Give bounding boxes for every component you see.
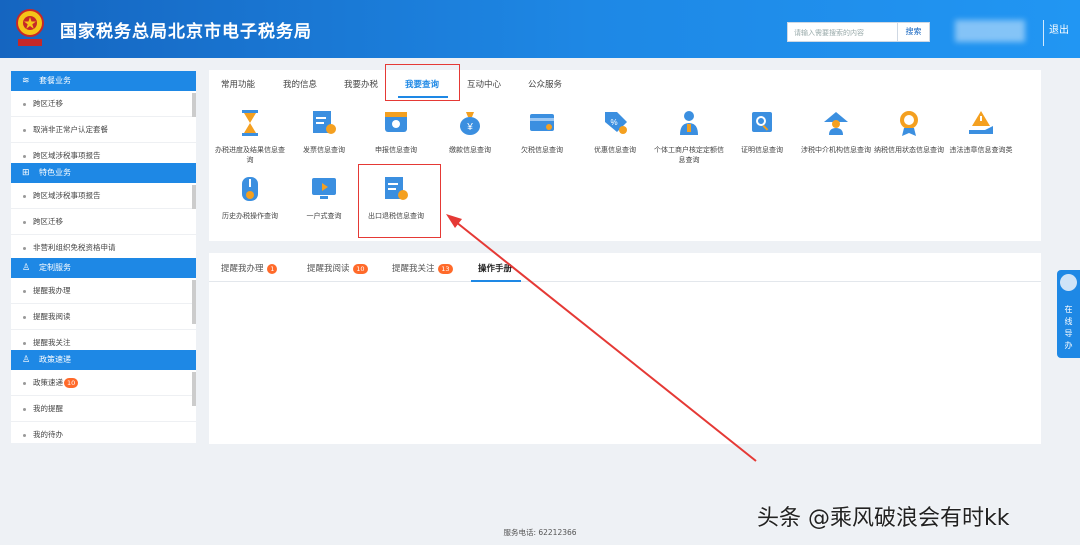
active-tab-indicator <box>471 280 521 282</box>
scrollbar[interactable] <box>192 93 196 117</box>
scrollbar[interactable] <box>192 280 196 324</box>
sidebar-item[interactable]: 取消非正常户认定套餐 <box>11 117 196 143</box>
card-icon <box>530 114 554 131</box>
tab-divider <box>209 281 1041 282</box>
sidebar: ≋ 套餐业务 跨区迁移 取消非正常户认定套餐 跨区域涉税事项报告 ⊞ 特色业务 … <box>11 71 196 443</box>
layers-icon: ≋ <box>22 76 30 86</box>
sidebar-header-special[interactable]: ⊞ 特色业务 <box>11 163 196 183</box>
sidebar-header-custom[interactable]: ♙ 定制服务 <box>11 258 196 278</box>
count-badge: 13 <box>438 263 453 274</box>
grid-icon: ⊞ <box>22 168 30 178</box>
user-info[interactable] <box>955 20 1025 42</box>
reminder-panel: 提醒我办理 1 提醒我阅读 10 提醒我关注 13 操作手册 <box>209 253 1041 444</box>
sidebar-item[interactable]: 跨区迁移 <box>11 209 196 235</box>
sidebar-header-package[interactable]: ≋ 套餐业务 <box>11 71 196 91</box>
query-item-discount[interactable]: % 优惠信息查询 <box>580 108 650 155</box>
sidebar-item[interactable]: 跨区域涉税事项报告 <box>11 143 196 163</box>
tab-remind-read[interactable]: 提醒我阅读 10 <box>307 262 368 274</box>
tab-my-info[interactable]: 我的信息 <box>283 78 317 90</box>
tab-interaction[interactable]: 互动中心 <box>467 78 501 90</box>
count-badge: 1 <box>267 263 278 274</box>
watermark: 头条 @乘风破浪会有时kk <box>757 506 1010 531</box>
sidebar-item[interactable]: 提醒我关注 <box>11 330 196 350</box>
discount-tag-icon: % <box>605 112 627 134</box>
sidebar-item[interactable]: 提醒我办理 <box>11 278 196 304</box>
query-panel: 常用功能 我的信息 我要办税 我要查询 互动中心 公众服务 办税进度及结果信息查… <box>209 64 1041 241</box>
sidebar-section-package: ≋ 套餐业务 跨区迁移 取消非正常户认定套餐 跨区域涉税事项报告 <box>11 71 196 163</box>
tab-public-service[interactable]: 公众服务 <box>528 78 562 90</box>
sidebar-item[interactable]: 提醒我阅读 <box>11 304 196 330</box>
sidebar-section-special: ⊞ 特色业务 跨区域涉税事项报告 跨区迁移 非营利组织免税资格申请 <box>11 163 196 258</box>
query-item-progress[interactable]: 办税进度及结果信息查询 <box>215 108 285 165</box>
invoice-search-icon <box>313 111 336 134</box>
query-item-credit[interactable]: 纳税信用状态信息查询 <box>874 108 944 155</box>
tab-remind-handle[interactable]: 提醒我办理 1 <box>221 262 278 274</box>
query-item-certificate[interactable]: 证明信息查询 <box>727 108 797 155</box>
sidebar-item[interactable]: 政策速递 10 <box>11 370 196 396</box>
assistant-avatar-icon <box>1060 274 1077 291</box>
site-title: 国家税务总局北京市电子税务局 <box>60 22 312 42</box>
logout-link[interactable]: 退出 <box>1049 21 1069 36</box>
user-icon: ♙ <box>22 355 31 365</box>
top-header: 国家税务总局北京市电子税务局 请输入需要搜索的内容 搜索 退出 <box>0 0 1080 58</box>
declare-search-icon <box>385 112 407 132</box>
highlight-box-export <box>358 164 441 238</box>
person-icon <box>680 111 698 135</box>
tab-common[interactable]: 常用功能 <box>221 78 255 90</box>
search-input[interactable]: 请输入需要搜索的内容 <box>787 22 897 42</box>
tab-manual[interactable]: 操作手册 <box>478 262 512 274</box>
monitor-icon <box>312 178 336 199</box>
svg-text:¥: ¥ <box>466 122 473 133</box>
sidebar-item[interactable]: 非营利组织免税资格申请 <box>11 235 196 258</box>
sidebar-header-policy[interactable]: ♙ 政策速递 <box>11 350 196 370</box>
sidebar-item[interactable]: 我的待办 <box>11 422 196 443</box>
highlight-box-tab <box>385 64 460 101</box>
query-item-history[interactable]: 历史办税操作查询 <box>215 174 285 221</box>
hourglass-icon <box>242 110 258 136</box>
query-item-payment[interactable]: ¥ 缴款信息查询 <box>435 108 505 155</box>
query-item-violation[interactable]: 违法违章信息查询类 <box>946 108 1016 155</box>
top-tabs: 常用功能 我的信息 我要办税 我要查询 互动中心 公众服务 <box>209 70 1041 98</box>
user-icon: ♙ <box>22 263 31 273</box>
header-divider <box>1043 20 1044 46</box>
sidebar-section-custom: ♙ 定制服务 提醒我办理 提醒我阅读 提醒我关注 <box>11 258 196 350</box>
certificate-search-icon <box>752 112 772 132</box>
online-guide-label: 在线导办 <box>1064 305 1073 350</box>
history-icon <box>242 177 258 201</box>
query-item-agency[interactable]: 涉税中介机构信息查询 <box>801 108 871 155</box>
svg-text:%: % <box>610 118 617 127</box>
query-item-declare[interactable]: 申报信息查询 <box>361 108 431 155</box>
tab-tax-handling[interactable]: 我要办税 <box>344 78 378 90</box>
agency-icon <box>824 112 848 135</box>
sidebar-item[interactable]: 跨区域涉税事项报告 <box>11 183 196 209</box>
sidebar-item[interactable]: 跨区迁移 <box>11 91 196 117</box>
count-badge: 10 <box>64 378 79 388</box>
scrollbar[interactable] <box>192 185 196 209</box>
warning-hand-icon <box>969 111 993 134</box>
sidebar-section-policy: ♙ 政策速递 政策速递 10 我的提醒 我的待办 <box>11 350 196 443</box>
query-item-onestop[interactable]: 一户式查询 <box>289 174 359 221</box>
search-button[interactable]: 搜索 <box>897 22 930 42</box>
query-item-invoice[interactable]: 发票信息查询 <box>289 108 359 155</box>
credit-medal-icon <box>900 111 918 136</box>
tax-emblem-icon <box>16 9 44 46</box>
query-item-arrears[interactable]: 欠税信息查询 <box>507 108 577 155</box>
count-badge: 10 <box>353 263 368 274</box>
online-guide-button[interactable]: 在线导办 <box>1057 270 1080 358</box>
scrollbar[interactable] <box>192 372 196 406</box>
query-item-individual[interactable]: 个体工商户核定定额信息查询 <box>654 108 724 165</box>
money-bag-icon: ¥ <box>460 112 480 135</box>
sidebar-item[interactable]: 我的提醒 <box>11 396 196 422</box>
tab-remind-follow[interactable]: 提醒我关注 13 <box>392 262 453 274</box>
